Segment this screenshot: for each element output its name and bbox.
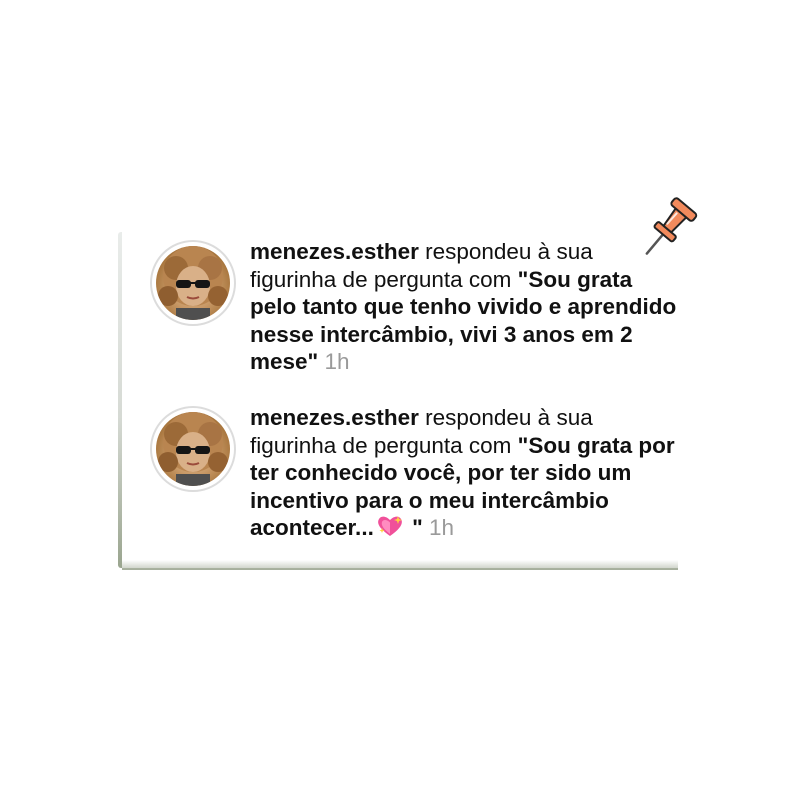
reply-quote-end: " bbox=[405, 515, 423, 540]
username[interactable]: menezes.esther bbox=[250, 405, 419, 430]
profile-photo-icon bbox=[156, 412, 230, 486]
username[interactable]: menezes.esther bbox=[250, 239, 419, 264]
notification-item[interactable]: menezes.esther respondeu à sua figurinha… bbox=[150, 238, 680, 376]
card-bottom-shadow bbox=[122, 560, 678, 570]
notification-text: menezes.esther respondeu à sua figurinha… bbox=[250, 238, 680, 376]
avatar[interactable] bbox=[150, 240, 236, 326]
sparkling-heart-icon bbox=[376, 514, 404, 538]
avatar[interactable] bbox=[150, 406, 236, 492]
notification-item[interactable]: menezes.esther respondeu à sua figurinha… bbox=[150, 404, 680, 542]
notification-text: menezes.esther respondeu à sua figurinha… bbox=[250, 404, 680, 542]
timestamp: 1h bbox=[324, 349, 350, 374]
push-pin-icon bbox=[640, 196, 700, 262]
profile-photo-icon bbox=[156, 246, 230, 320]
timestamp: 1h bbox=[429, 515, 455, 540]
